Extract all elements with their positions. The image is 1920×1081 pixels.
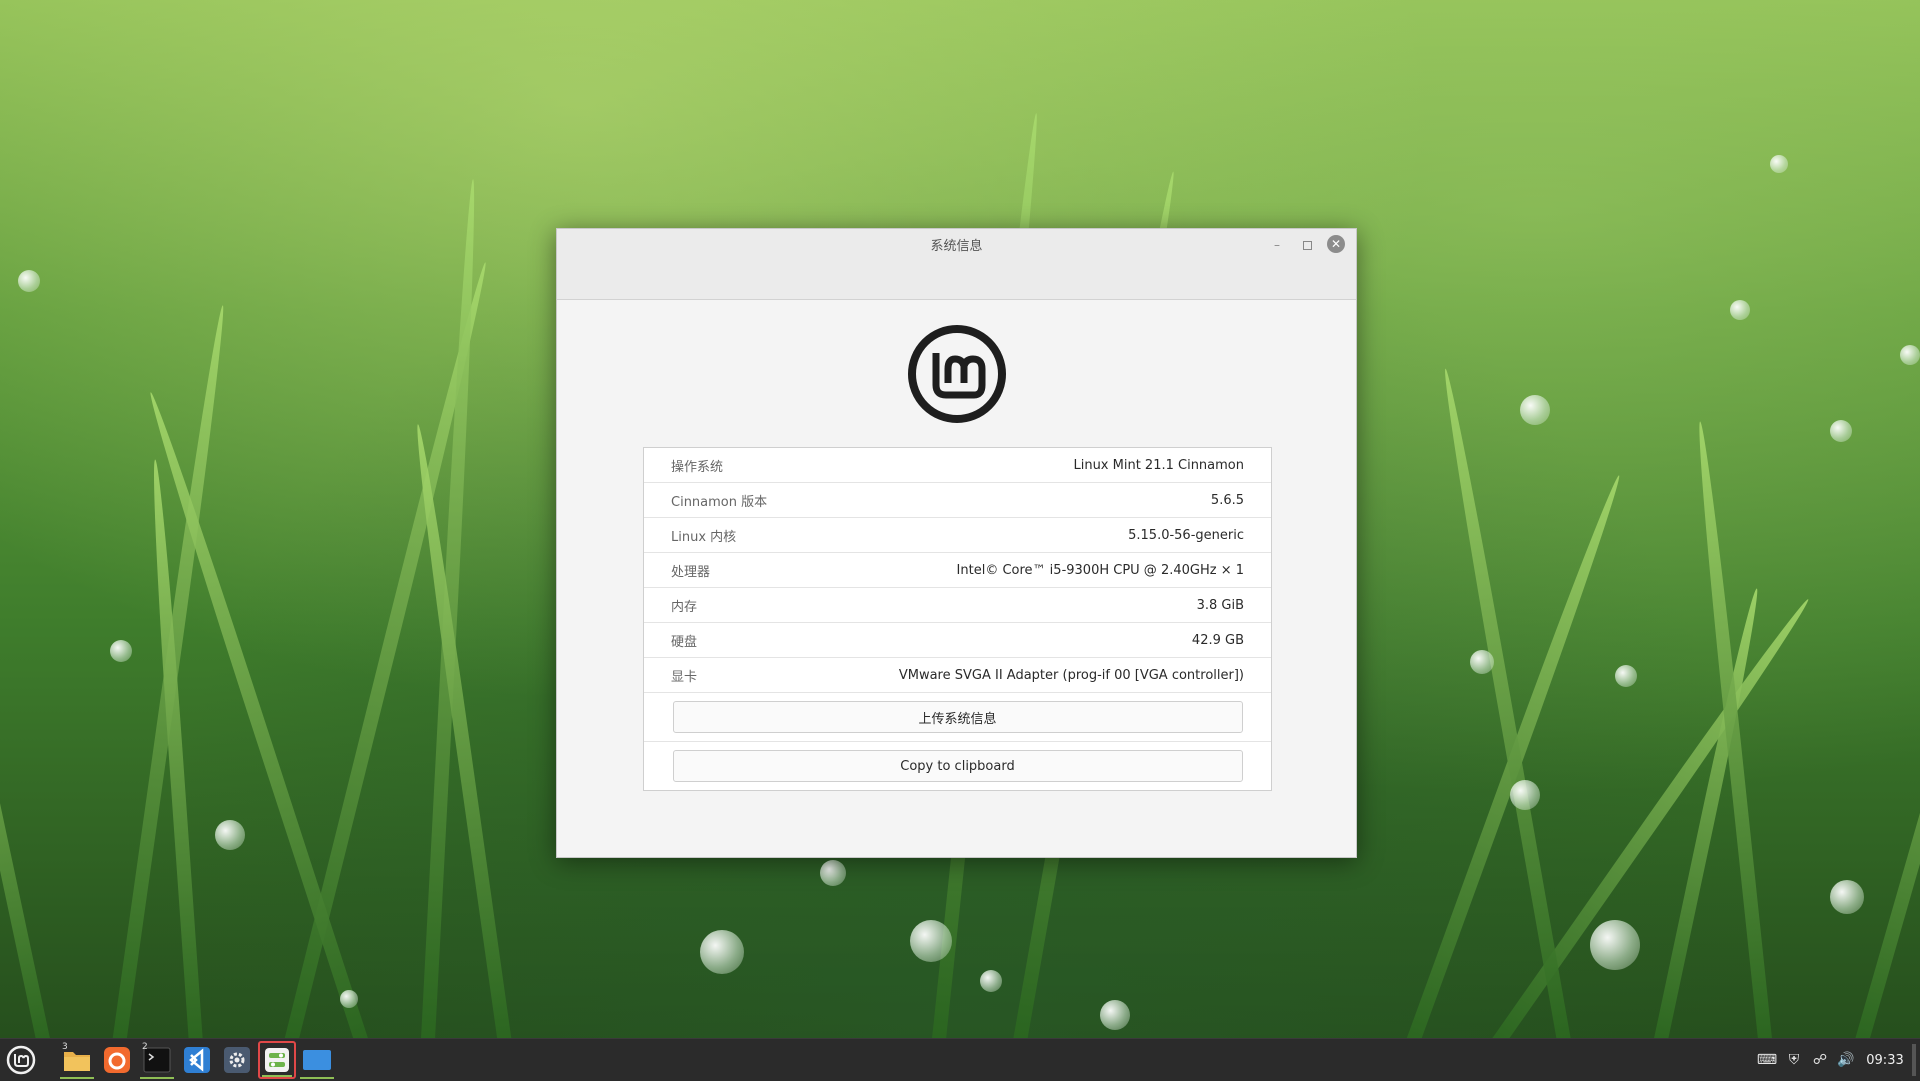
dew-drop xyxy=(910,920,952,962)
volume-tray[interactable]: 🔊 xyxy=(1834,1039,1858,1081)
info-value: 3.8 GiB xyxy=(1196,597,1244,613)
info-value: 5.15.0-56-generic xyxy=(1128,527,1244,543)
minimize-icon: – xyxy=(1274,238,1280,252)
dew-drop xyxy=(1900,345,1920,365)
upload-system-info-button[interactable]: 上传系统信息 xyxy=(672,701,1243,733)
show-desktop-edge[interactable] xyxy=(1910,1039,1918,1081)
taskbar-terminal[interactable]: 2 xyxy=(138,1041,176,1079)
dew-drop xyxy=(1510,780,1540,810)
dew-drop xyxy=(18,270,40,292)
dew-drop xyxy=(1615,665,1637,687)
info-key: Linux 内核 xyxy=(671,529,737,545)
taskbar-firefox[interactable] xyxy=(98,1041,136,1079)
clock-tray[interactable]: 09:33 xyxy=(1862,1039,1908,1081)
dew-drop xyxy=(1100,1000,1130,1030)
info-row-os: 操作系统 Linux Mint 21.1 Cinnamon xyxy=(644,448,1271,483)
volume-icon: 🔊 xyxy=(1837,1052,1855,1068)
desktop-icon xyxy=(303,1050,331,1070)
info-key: Cinnamon 版本 xyxy=(671,494,768,510)
dew-drop xyxy=(1520,395,1550,425)
taskbar-vscode[interactable] xyxy=(178,1041,216,1079)
info-row-memory: 内存 3.8 GiB xyxy=(644,588,1271,623)
info-row-cinnamon-version: Cinnamon 版本 5.6.5 xyxy=(644,483,1271,518)
keyboard-icon: ⌨ xyxy=(1756,1052,1778,1068)
firefox-icon xyxy=(104,1047,130,1073)
dew-drop xyxy=(1470,650,1494,674)
dew-drop xyxy=(1830,880,1864,914)
info-value: 5.6.5 xyxy=(1210,492,1244,508)
vscode-icon xyxy=(184,1047,210,1073)
window-title: 系统信息 xyxy=(930,239,983,254)
info-value: Linux Mint 21.1 Cinnamon xyxy=(1073,457,1244,473)
info-value: 42.9 GB xyxy=(1191,632,1244,648)
gear-icon xyxy=(224,1047,250,1073)
minimize-button[interactable]: – xyxy=(1267,235,1287,255)
maximize-icon xyxy=(1302,240,1312,250)
info-row-graphics: 显卡 VMware SVGA II Adapter (prog-if 00 [V… xyxy=(644,658,1271,693)
shield-tray[interactable]: ⛨ xyxy=(1782,1039,1806,1081)
titlebar[interactable]: 系统信息 – ✕ xyxy=(557,229,1356,300)
linux-mint-logo xyxy=(906,323,1008,425)
dew-drop xyxy=(1830,420,1852,442)
info-panel: 操作系统 Linux Mint 21.1 Cinnamon Cinnamon 版… xyxy=(643,447,1272,791)
dew-drop xyxy=(980,970,1002,992)
terminal-badge: 2 xyxy=(142,1042,148,1052)
info-key: 内存 xyxy=(671,599,698,615)
system-info-icon xyxy=(265,1048,289,1072)
network-icon: ☍ xyxy=(1812,1052,1828,1068)
files-badge: 3 xyxy=(62,1042,68,1052)
taskbar: 3 2 ⌨ ⛨ ☍ 🔊 09:33 xyxy=(0,1038,1920,1081)
copy-to-clipboard-button[interactable]: Copy to clipboard xyxy=(672,750,1243,782)
system-info-window: 系统信息 – ✕ 操作系统 Linux Mint 21.1 Cinnamon C… xyxy=(556,228,1357,858)
taskbar-show-desktop[interactable] xyxy=(298,1041,336,1079)
network-tray[interactable]: ☍ xyxy=(1808,1039,1832,1081)
desktop-edge-icon xyxy=(1912,1044,1916,1076)
copy-row: Copy to clipboard xyxy=(644,742,1271,790)
info-key: 显卡 xyxy=(671,669,698,685)
mint-menu-icon xyxy=(6,1045,36,1075)
info-value: Intel© Core™ i5-9300H CPU @ 2.40GHz × 1 xyxy=(956,562,1244,578)
dew-drop xyxy=(1730,300,1750,320)
info-row-disk: 硬盘 42.9 GB xyxy=(644,623,1271,658)
shield-icon: ⛨ xyxy=(1788,1052,1800,1068)
taskbar-settings[interactable] xyxy=(218,1041,256,1079)
close-icon: ✕ xyxy=(1330,237,1342,251)
grass-blade xyxy=(1693,420,1774,1038)
info-key: 操作系统 xyxy=(671,459,724,475)
info-value: VMware SVGA II Adapter (prog-if 00 [VGA … xyxy=(898,667,1244,683)
dew-drop xyxy=(820,860,846,886)
start-menu-button[interactable] xyxy=(2,1041,40,1079)
grass-blade xyxy=(1438,367,1574,1038)
info-row-kernel: Linux 内核 5.15.0-56-generic xyxy=(644,518,1271,553)
grass-blade xyxy=(1850,517,1920,1038)
info-key: 处理器 xyxy=(671,564,711,580)
dew-drop xyxy=(1770,155,1788,173)
clock: 09:33 xyxy=(1866,1052,1904,1068)
dew-drop xyxy=(1590,920,1640,970)
dew-drop xyxy=(340,990,358,1008)
dew-drop xyxy=(110,640,132,662)
close-button[interactable]: ✕ xyxy=(1327,235,1345,253)
taskbar-files[interactable]: 3 xyxy=(58,1041,96,1079)
keyboard-tray[interactable]: ⌨ xyxy=(1755,1039,1779,1081)
taskbar-system-info[interactable] xyxy=(258,1041,296,1079)
info-key: 硬盘 xyxy=(671,634,698,650)
dew-drop xyxy=(700,930,744,974)
info-row-processor: 处理器 Intel© Core™ i5-9300H CPU @ 2.40GHz … xyxy=(644,553,1271,588)
grass-blade xyxy=(0,547,54,1038)
upload-row: 上传系统信息 xyxy=(644,693,1271,742)
maximize-button[interactable] xyxy=(1297,235,1317,255)
dew-drop xyxy=(215,820,245,850)
